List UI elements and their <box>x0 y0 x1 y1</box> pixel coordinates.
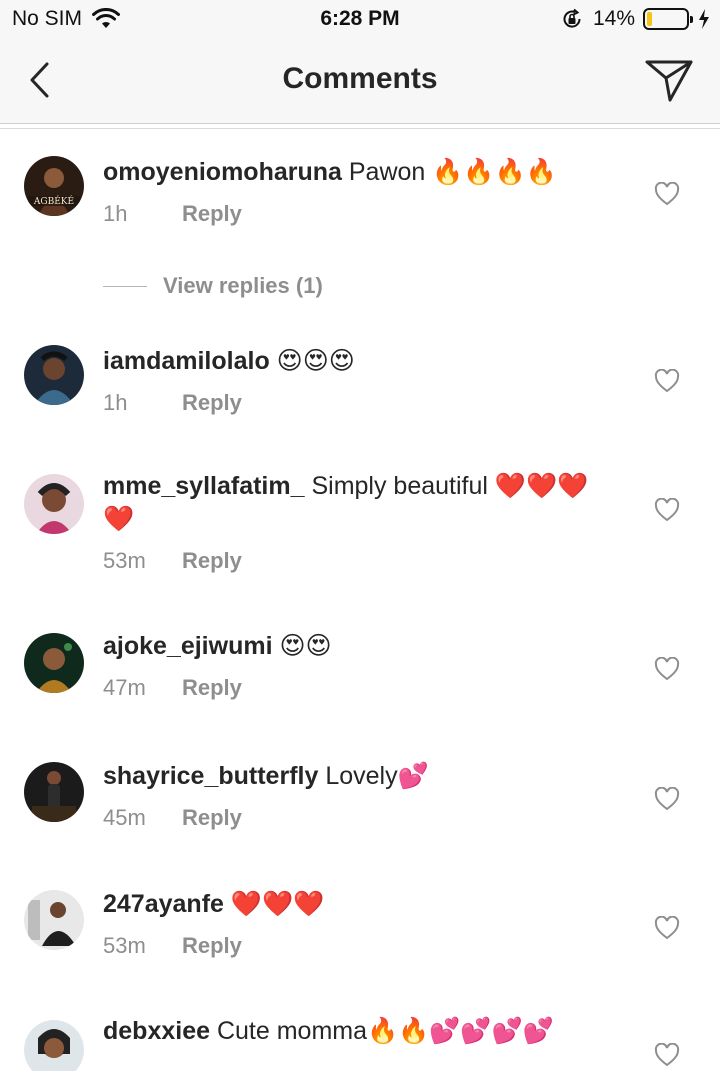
comment-username[interactable]: omoyeniomoharuna <box>103 158 342 186</box>
comment-item: mme_syllafatim_ Simply beautiful ❤️❤️❤️❤… <box>0 447 720 605</box>
comment-username[interactable]: mme_syllafatim_ <box>103 472 305 500</box>
heart-icon[interactable] <box>654 916 680 940</box>
comment-text: Cute momma🔥🔥💕💕💕💕 <box>216 1017 554 1045</box>
comment-item: ajoke_ejiwumi 😍😍 47m Reply <box>0 605 720 735</box>
avatar-image <box>24 890 84 950</box>
reply-button[interactable]: Reply <box>182 390 242 416</box>
battery-percent: 14% <box>592 7 635 30</box>
view-replies-label: View replies (1) <box>163 273 323 298</box>
avatar-image <box>24 345 84 405</box>
nav-bar: Comments <box>0 40 720 124</box>
comment-item: iamdamilolalo 😍😍😍 1h Reply <box>0 319 720 447</box>
avatar[interactable] <box>24 345 84 405</box>
reply-button[interactable]: Reply <box>182 805 242 831</box>
reply-button[interactable]: Reply <box>182 933 242 959</box>
divider <box>103 285 147 287</box>
comment-item: debxxiee Cute momma🔥🔥💕💕💕💕 <box>0 995 720 1071</box>
heart-icon[interactable] <box>654 498 680 522</box>
status-bar: No SIM 6:28 PM 14% <box>0 0 720 40</box>
comment-username[interactable]: iamdamilolalo <box>103 347 270 375</box>
paper-plane-icon[interactable] <box>644 56 694 104</box>
heart-icon[interactable] <box>654 182 680 206</box>
battery-icon <box>643 8 693 30</box>
comment-text: ❤️❤️❤️ <box>230 890 325 918</box>
comment-item: shayrice_butterfly Lovely💕 45m Reply <box>0 735 720 865</box>
comment-text: 😍😍😍 <box>276 347 355 375</box>
heart-icon[interactable] <box>654 1043 680 1067</box>
avatar-image <box>24 474 84 534</box>
avatar-caption: AGBÉKÉ <box>33 195 74 207</box>
heart-icon[interactable] <box>654 369 680 393</box>
reply-button[interactable]: Reply <box>182 548 242 574</box>
comment-timestamp: 1h <box>103 390 128 415</box>
comment-username[interactable]: 247ayanfe <box>103 890 224 918</box>
charging-bolt-icon <box>699 9 709 29</box>
comment-text: 😍😍 <box>279 632 332 660</box>
reply-button[interactable]: Reply <box>182 201 242 227</box>
comment-text: Pawon 🔥🔥🔥🔥 <box>348 158 557 186</box>
comment-username[interactable]: debxxiee <box>103 1017 210 1045</box>
heart-icon[interactable] <box>654 657 680 681</box>
avatar-image <box>24 633 84 693</box>
comment-timestamp: 45m <box>103 805 146 830</box>
status-right: 14% <box>561 7 710 31</box>
avatar[interactable] <box>24 633 84 693</box>
comment-username[interactable]: ajoke_ejiwumi <box>103 632 273 660</box>
avatar[interactable] <box>24 474 84 534</box>
avatar[interactable] <box>24 890 84 950</box>
reply-button[interactable]: Reply <box>182 675 242 701</box>
comment-item: AGBÉKÉ omoyeniomoharuna Pawon 🔥🔥🔥🔥 1h Re… <box>0 129 720 319</box>
rotation-lock-icon <box>563 8 581 28</box>
comment-username[interactable]: shayrice_butterfly <box>103 762 318 790</box>
comment-item: 247ayanfe ❤️❤️❤️ 53m Reply <box>0 865 720 995</box>
comment-timestamp: 53m <box>103 548 146 573</box>
comment-timestamp: 47m <box>103 675 146 700</box>
comment-timestamp: 53m <box>103 933 146 958</box>
avatar-image: AGBÉKÉ <box>24 156 84 216</box>
comment-text: Lovely💕 <box>325 762 429 790</box>
heart-icon[interactable] <box>654 787 680 811</box>
comment-timestamp: 1h <box>103 201 128 226</box>
avatar-image <box>24 762 84 822</box>
avatar[interactable]: AGBÉKÉ <box>24 156 84 216</box>
view-replies-button[interactable]: View replies (1) <box>103 273 323 299</box>
avatar[interactable] <box>24 762 84 822</box>
battery-fill <box>647 12 652 26</box>
page-title: Comments <box>282 62 438 95</box>
avatar[interactable] <box>24 1020 84 1071</box>
avatar-image <box>24 1020 84 1071</box>
